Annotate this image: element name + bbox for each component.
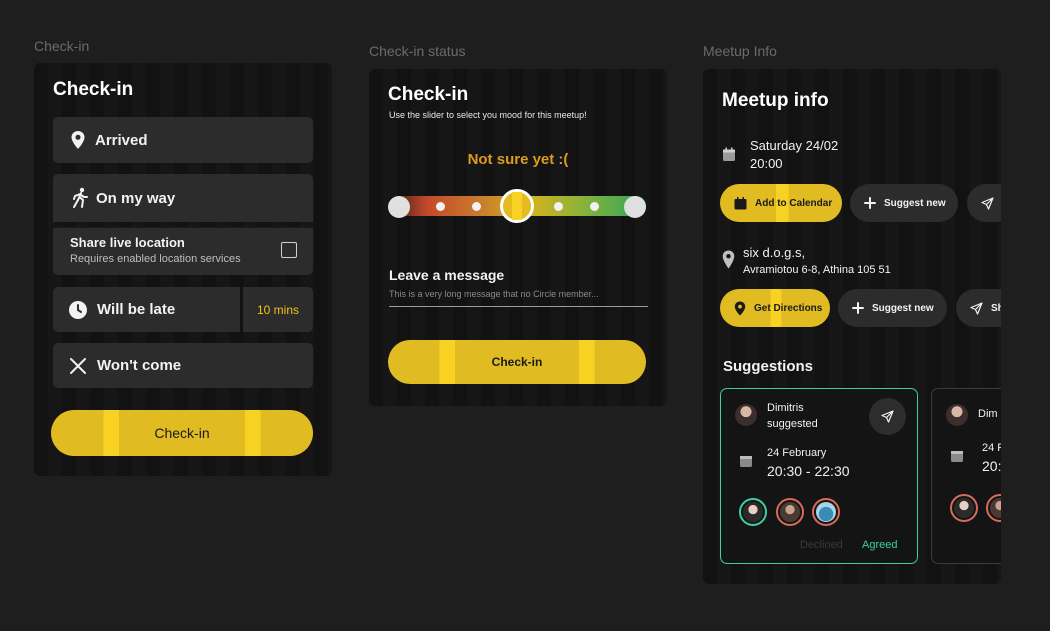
location-pin-icon	[71, 131, 85, 149]
checkin-status-panel: Check-in Use the slider to select you mo…	[369, 69, 667, 406]
agreed-button[interactable]: Agreed	[862, 539, 897, 551]
plus-icon	[852, 302, 864, 314]
location-pin-icon	[734, 301, 746, 315]
meetup-time: 20:00	[750, 156, 783, 171]
slider-stop[interactable]	[436, 202, 445, 211]
option-will-be-late[interactable]: Will be late 10 mins	[53, 287, 313, 332]
suggester-name: Dimitris	[767, 402, 804, 414]
suggestions-title: Suggestions	[723, 358, 814, 375]
status-checkin-button[interactable]: Check-in	[388, 340, 646, 384]
suggestion-date: 24 F	[982, 442, 1001, 454]
suggestion-time: 20:30 - 22:30	[767, 463, 850, 479]
share-location-checkbox[interactable]	[281, 242, 297, 258]
share-location-row[interactable]: Share live location Requires enabled loc…	[53, 227, 313, 275]
share-location-title: Share live location	[70, 235, 185, 250]
frame-label-status: Check-in status	[369, 43, 466, 59]
avatar	[735, 404, 757, 426]
location-address: Avramiotou 6-8, Athina 105 51	[743, 264, 891, 276]
status-title: Check-in	[388, 84, 469, 105]
checkin-title: Check-in	[53, 79, 134, 100]
option-arrived-label: Arrived	[95, 131, 148, 149]
share-location-label: Sh	[991, 302, 1001, 314]
avatar	[946, 404, 968, 426]
option-on-my-way-label: On my way	[96, 189, 176, 207]
suggestion-time: 20:	[982, 458, 1001, 474]
send-icon	[881, 410, 894, 423]
close-icon	[70, 357, 86, 374]
suggest-new-time-button[interactable]: Suggest new	[850, 184, 958, 222]
suggestion-card[interactable]: Dimitris suggested 24 February 20:30 - 2…	[720, 388, 918, 564]
suggestion-card[interactable]: Dim 24 F 20:	[931, 388, 1001, 564]
will-be-late-label: Will be late	[97, 301, 176, 318]
calendar-icon	[734, 196, 747, 209]
checkin-button[interactable]: Check-in	[51, 410, 313, 456]
suggest-new-location-button[interactable]: Suggest new	[838, 289, 947, 327]
participant-avatar-declined	[950, 494, 978, 522]
late-minutes-selector[interactable]: 10 mins	[243, 287, 313, 332]
suggester-name: Dim	[978, 408, 998, 420]
option-on-my-way[interactable]: On my way	[53, 174, 313, 222]
slider-stop[interactable]	[554, 202, 563, 211]
add-to-calendar-button[interactable]: Add to Calendar	[720, 184, 842, 222]
send-icon	[970, 301, 983, 315]
suggestion-date: 24 February	[767, 447, 827, 459]
option-wont-come[interactable]: Won't come	[53, 343, 313, 388]
location-pin-icon	[722, 250, 735, 269]
meetup-title: Meetup info	[722, 90, 829, 111]
message-label: Leave a message	[389, 267, 505, 283]
walking-person-icon	[73, 187, 88, 208]
meetup-date: Saturday 24/02	[750, 138, 839, 153]
get-directions-button[interactable]: Get Directions	[720, 289, 830, 327]
declined-button[interactable]: Declined	[800, 539, 843, 551]
share-time-button[interactable]: S	[967, 184, 1001, 222]
will-be-late-button[interactable]: Will be late	[53, 287, 240, 332]
get-directions-label: Get Directions	[754, 302, 823, 314]
suggest-new-location-label: Suggest new	[872, 302, 934, 314]
location-name: six d.o.g.s,	[743, 245, 806, 260]
message-input[interactable]: This is a very long message that no Circ…	[389, 289, 648, 307]
checkin-panel: Check-in Arrived On my way Share live lo…	[34, 63, 332, 476]
meetup-info-panel: Meetup info Saturday 24/02 20:00 Add to …	[703, 69, 1001, 584]
participant-avatar-declined	[812, 498, 840, 526]
calendar-icon	[723, 147, 735, 161]
mood-label: Not sure yet :(	[467, 151, 569, 168]
calendar-icon	[951, 451, 963, 462]
frame-label-checkin: Check-in	[34, 38, 90, 54]
calendar-icon	[740, 456, 752, 467]
option-wont-come-label: Won't come	[97, 357, 182, 374]
share-suggestion-button[interactable]	[869, 398, 906, 435]
slider-stop[interactable]	[590, 202, 599, 211]
participant-avatar-agreed	[739, 498, 767, 526]
frame-label-meetup: Meetup Info	[703, 43, 777, 59]
slider-min-stop[interactable]	[388, 196, 410, 218]
option-arrived[interactable]: Arrived	[53, 117, 313, 163]
plus-icon	[864, 197, 876, 209]
suggest-new-time-label: Suggest new	[884, 197, 946, 209]
participant-avatar-declined	[986, 494, 1001, 522]
slider-stop[interactable]	[472, 202, 481, 211]
clock-icon	[69, 300, 87, 319]
send-icon	[981, 196, 994, 210]
participant-avatar-declined	[776, 498, 804, 526]
add-to-calendar-label: Add to Calendar	[755, 197, 833, 209]
share-location-subtitle: Requires enabled location services	[70, 253, 241, 265]
slider-max-stop[interactable]	[624, 196, 646, 218]
share-location-button[interactable]: Sh	[956, 289, 1001, 327]
suggester-verb: suggested	[767, 418, 818, 430]
status-subtitle: Use the slider to select you mood for th…	[389, 110, 587, 120]
mood-slider-thumb[interactable]	[500, 189, 534, 223]
